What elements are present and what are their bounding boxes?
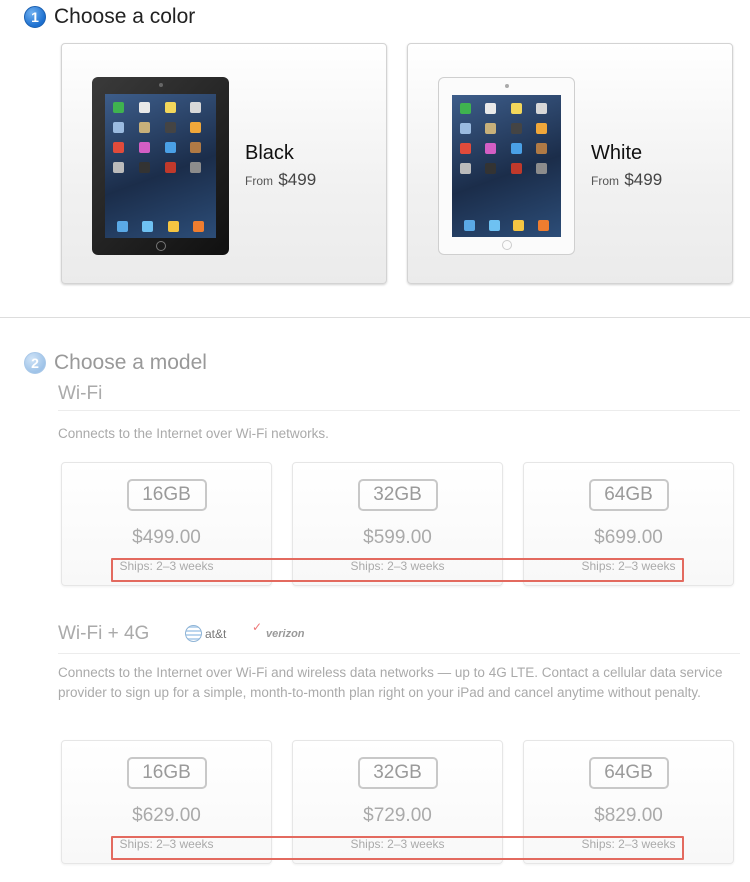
- color-price-white: $499: [624, 170, 663, 189]
- model-price: $729.00: [363, 805, 432, 826]
- att-logo: at&t: [185, 625, 226, 642]
- color-option-black[interactable]: Black From $499: [61, 43, 387, 284]
- from-label: From: [591, 174, 619, 188]
- cellular-section-rule: [58, 653, 740, 654]
- att-globe-icon: [185, 625, 202, 642]
- ipad-white-image: [438, 77, 575, 255]
- wifi-section-rule: [58, 410, 740, 411]
- cellular-description: Connects to the Internet over Wi-Fi and …: [58, 665, 723, 700]
- step-2-number-icon: 2: [24, 352, 46, 374]
- capacity-badge: 32GB: [357, 479, 438, 511]
- model-price: $499.00: [132, 527, 201, 548]
- shipping-highlight-box: [111, 558, 684, 582]
- color-name-white: White: [591, 142, 643, 164]
- step-2-header: 2 Choose a model: [24, 351, 207, 375]
- capacity-badge: 16GB: [126, 757, 207, 789]
- capacity-badge: 64GB: [588, 757, 669, 789]
- capacity-badge: 16GB: [126, 479, 207, 511]
- section-divider: [0, 317, 750, 318]
- color-price-black: $499: [278, 170, 317, 189]
- shipping-highlight-box: [111, 836, 684, 860]
- from-label: From: [245, 174, 273, 188]
- verizon-logo: ✓ verizon: [252, 620, 305, 640]
- step-1-header: 1 Choose a color: [24, 5, 195, 29]
- color-name-black: Black: [245, 142, 294, 164]
- capacity-badge: 64GB: [588, 479, 669, 511]
- model-price: $629.00: [132, 805, 201, 826]
- verizon-check-icon: ✓: [252, 620, 263, 634]
- color-option-white[interactable]: White From $499: [407, 43, 733, 284]
- cellular-section-title: Wi-Fi + 4G: [58, 623, 150, 644]
- model-price: $699.00: [594, 527, 663, 548]
- step-1-title: Choose a color: [54, 5, 196, 28]
- step-2-title: Choose a model: [54, 351, 207, 374]
- wifi-section-title: Wi-Fi: [58, 383, 103, 404]
- ipad-black-image: [92, 77, 229, 255]
- step-1-number-icon: 1: [24, 6, 46, 28]
- model-price: $829.00: [594, 805, 663, 826]
- wifi-description: Connects to the Internet over Wi-Fi netw…: [58, 426, 329, 441]
- model-price: $599.00: [363, 527, 432, 548]
- capacity-badge: 32GB: [357, 757, 438, 789]
